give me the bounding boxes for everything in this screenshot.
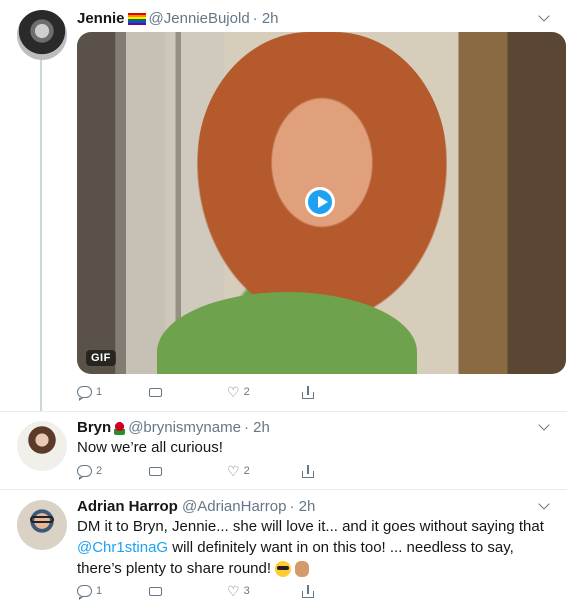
tweet-text: DM it to Bryn, Jennie... she will love i… [77, 516, 553, 579]
like-button[interactable]: ♡ 3 [227, 581, 250, 601]
reply-icon [77, 465, 92, 480]
tweet-actions: 1 ♡ 3 [77, 581, 377, 601]
tweet-text-part1: DM it to Bryn, Jennie... she will love i… [77, 518, 544, 535]
glasses-icon [30, 516, 54, 523]
share-icon [302, 584, 314, 598]
tweet-header: Adrian Harrop @AdrianHarrop · 2h [77, 498, 315, 516]
timestamp[interactable]: · 2h [253, 10, 279, 27]
gif-badge: GIF [86, 350, 116, 366]
reply-button[interactable]: 1 [77, 382, 102, 402]
like-button[interactable]: ♡ 2 [227, 382, 250, 402]
like-count: 2 [243, 386, 250, 398]
chevron-down-icon[interactable] [540, 421, 550, 431]
like-icon: ♡ [227, 583, 240, 599]
chevron-down-icon[interactable] [540, 500, 550, 510]
play-icon[interactable] [305, 187, 335, 217]
timestamp[interactable]: · 2h [289, 498, 315, 515]
like-count: 2 [243, 465, 250, 477]
share-button[interactable] [302, 581, 314, 601]
user-handle[interactable]: @AdrianHarrop [182, 498, 286, 515]
tweet-actions: 2 ♡ 2 [77, 461, 377, 481]
reply-button[interactable]: 2 [77, 461, 102, 481]
tweet-actions: 1 ♡ 2 [77, 382, 377, 402]
user-name[interactable]: Adrian Harrop [77, 498, 178, 515]
share-icon [302, 464, 314, 478]
like-button[interactable]: ♡ 2 [227, 461, 250, 481]
share-button[interactable] [302, 461, 314, 481]
sunglasses-icon [275, 561, 292, 578]
tweet-header: Bryn @brynismyname · 2h [77, 419, 270, 437]
user-handle[interactable]: @JennieBujold [149, 10, 250, 27]
avatar[interactable] [17, 10, 67, 60]
reply-button[interactable]: 1 [77, 581, 102, 601]
tweet-text: Now we’re all curious! [77, 439, 223, 456]
ok-hand-icon [295, 561, 310, 578]
reply-count: 1 [96, 386, 103, 398]
reply-count: 1 [96, 585, 103, 597]
chevron-down-icon[interactable] [540, 12, 550, 22]
retweet-icon [147, 585, 165, 597]
media-subject [197, 32, 447, 322]
avatar[interactable] [17, 500, 67, 550]
tweet-header: Jennie @JennieBujold · 2h [77, 10, 279, 28]
tweet-adrian[interactable]: Adrian Harrop @AdrianHarrop · 2h DM it to… [0, 490, 567, 600]
timestamp[interactable]: · 2h [244, 419, 270, 436]
like-count: 3 [243, 585, 250, 597]
like-icon: ♡ [227, 463, 240, 479]
gif-media[interactable]: GIF [77, 32, 566, 374]
share-button[interactable] [302, 382, 314, 402]
reply-icon [77, 386, 92, 401]
user-name[interactable]: Bryn [77, 419, 111, 436]
user-name[interactable]: Jennie [77, 10, 125, 27]
retweet-button[interactable] [147, 382, 169, 402]
retweet-button[interactable] [147, 461, 169, 481]
avatar[interactable] [17, 421, 67, 471]
tweet-bryn[interactable]: Bryn @brynismyname · 2h Now we’re all curi… [0, 412, 567, 490]
user-handle[interactable]: @brynismyname [128, 419, 241, 436]
retweet-icon [147, 386, 165, 398]
reply-count: 2 [96, 465, 103, 477]
rainbow-flag-icon [127, 13, 146, 26]
rose-icon [114, 421, 126, 435]
reply-icon [77, 585, 92, 600]
mention-link[interactable]: @Chr1stinaG [77, 539, 168, 556]
share-icon [302, 385, 314, 399]
retweet-icon [147, 465, 165, 477]
retweet-button[interactable] [147, 581, 169, 601]
like-icon: ♡ [227, 384, 240, 400]
tweet-jennie[interactable]: Jennie @JennieBujold · 2h GIF 1 ♡ 2 [0, 0, 567, 410]
